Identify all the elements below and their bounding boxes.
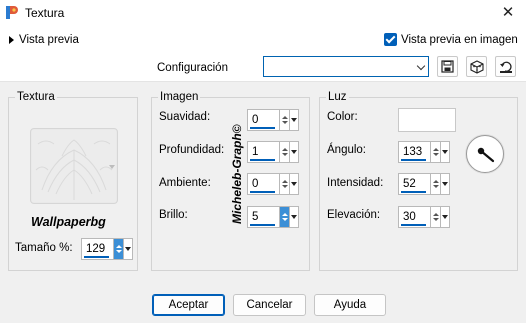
window-title: Textura xyxy=(25,6,65,20)
size-stepper[interactable] xyxy=(113,238,123,260)
swatch-dropdown-arrow-icon xyxy=(109,165,115,169)
brightness-spinbox[interactable]: 5 xyxy=(247,206,299,228)
ambient-label: Ambiente: xyxy=(159,177,211,189)
smoothness-label: Suavidad: xyxy=(159,111,211,123)
watermark-text: Micheleb-Graph© xyxy=(230,124,244,224)
size-input[interactable]: 129 xyxy=(81,238,113,260)
app-icon xyxy=(6,6,18,19)
ambient-spinbox[interactable]: 0 xyxy=(247,173,299,195)
light-group-title: Luz xyxy=(326,91,349,103)
smoothness-input[interactable]: 0 xyxy=(247,109,279,131)
close-button[interactable]: ✕ xyxy=(490,0,526,27)
preview-toggle-label: Vista previa xyxy=(19,34,79,46)
brightness-stepper[interactable] xyxy=(279,206,289,228)
intensity-dropdown-button[interactable] xyxy=(440,173,450,195)
save-preset-button[interactable] xyxy=(437,56,458,77)
reset-icon xyxy=(499,61,512,73)
size-label: Tamaño %: xyxy=(15,242,73,254)
delete-preset-button[interactable] xyxy=(466,56,487,77)
intensity-label: Intensidad: xyxy=(327,177,384,189)
preview-in-image-label: Vista previa en imagen xyxy=(401,33,518,46)
light-color-swatch[interactable] xyxy=(398,108,456,132)
chevron-down-icon xyxy=(416,61,426,71)
depth-stepper[interactable] xyxy=(279,141,289,163)
texture-name: Wallpaperbg xyxy=(31,215,106,229)
elevation-input[interactable]: 30 xyxy=(398,206,430,228)
angle-pointer-icon xyxy=(477,147,495,163)
intensity-input[interactable]: 52 xyxy=(398,173,430,195)
elevation-dropdown-button[interactable] xyxy=(440,206,450,228)
brightness-label: Brillo: xyxy=(159,209,188,221)
title-bar: Textura ✕ xyxy=(0,0,526,27)
smoothness-dropdown-button[interactable] xyxy=(289,109,299,131)
elevation-label: Elevación: xyxy=(327,209,381,221)
smoothness-stepper[interactable] xyxy=(279,109,289,131)
brightness-dropdown-button[interactable] xyxy=(289,206,299,228)
intensity-stepper[interactable] xyxy=(430,173,440,195)
intensity-spinbox[interactable]: 52 xyxy=(398,173,450,195)
expand-arrow-icon xyxy=(9,36,14,44)
options-bar: Vista previa Vista previa en imagen Conf… xyxy=(0,27,526,82)
check-icon[interactable] xyxy=(384,33,397,46)
preview-in-image-checkbox[interactable]: Vista previa en imagen xyxy=(384,33,518,46)
help-button[interactable]: Ayuda xyxy=(314,294,386,316)
size-dropdown-button[interactable] xyxy=(123,238,133,260)
size-spinbox[interactable]: 129 xyxy=(81,238,133,260)
texture-preview-image xyxy=(32,130,116,202)
angle-label: Ángulo: xyxy=(327,144,367,156)
angle-input[interactable]: 133 xyxy=(398,141,430,163)
config-label: Configuración xyxy=(157,62,228,74)
elevation-spinbox[interactable]: 30 xyxy=(398,206,450,228)
ambient-input[interactable]: 0 xyxy=(247,173,279,195)
close-icon: ✕ xyxy=(501,4,515,21)
depth-input[interactable]: 1 xyxy=(247,141,279,163)
cancel-button[interactable]: Cancelar xyxy=(233,294,306,316)
reset-preset-button[interactable] xyxy=(495,56,516,77)
angle-spinbox[interactable]: 133 xyxy=(398,141,450,163)
delete-icon xyxy=(469,59,484,74)
preview-toggle[interactable]: Vista previa xyxy=(9,34,79,46)
image-group-title: Imagen xyxy=(158,91,201,103)
smoothness-spinbox[interactable]: 0 xyxy=(247,109,299,131)
depth-label: Profundidad: xyxy=(159,144,225,156)
config-select[interactable] xyxy=(263,56,429,77)
elevation-stepper[interactable] xyxy=(430,206,440,228)
save-icon xyxy=(441,60,454,73)
ambient-stepper[interactable] xyxy=(279,173,289,195)
color-label: Color: xyxy=(327,111,358,123)
depth-spinbox[interactable]: 1 xyxy=(247,141,299,163)
angle-dropdown-button[interactable] xyxy=(440,141,450,163)
ambient-dropdown-button[interactable] xyxy=(289,173,299,195)
texture-group-title: Textura xyxy=(15,91,57,103)
ok-button[interactable]: Aceptar xyxy=(152,294,225,316)
depth-dropdown-button[interactable] xyxy=(289,141,299,163)
texture-swatch[interactable] xyxy=(30,128,118,204)
angle-stepper[interactable] xyxy=(430,141,440,163)
angle-dial[interactable] xyxy=(466,135,504,173)
brightness-input[interactable]: 5 xyxy=(247,206,279,228)
